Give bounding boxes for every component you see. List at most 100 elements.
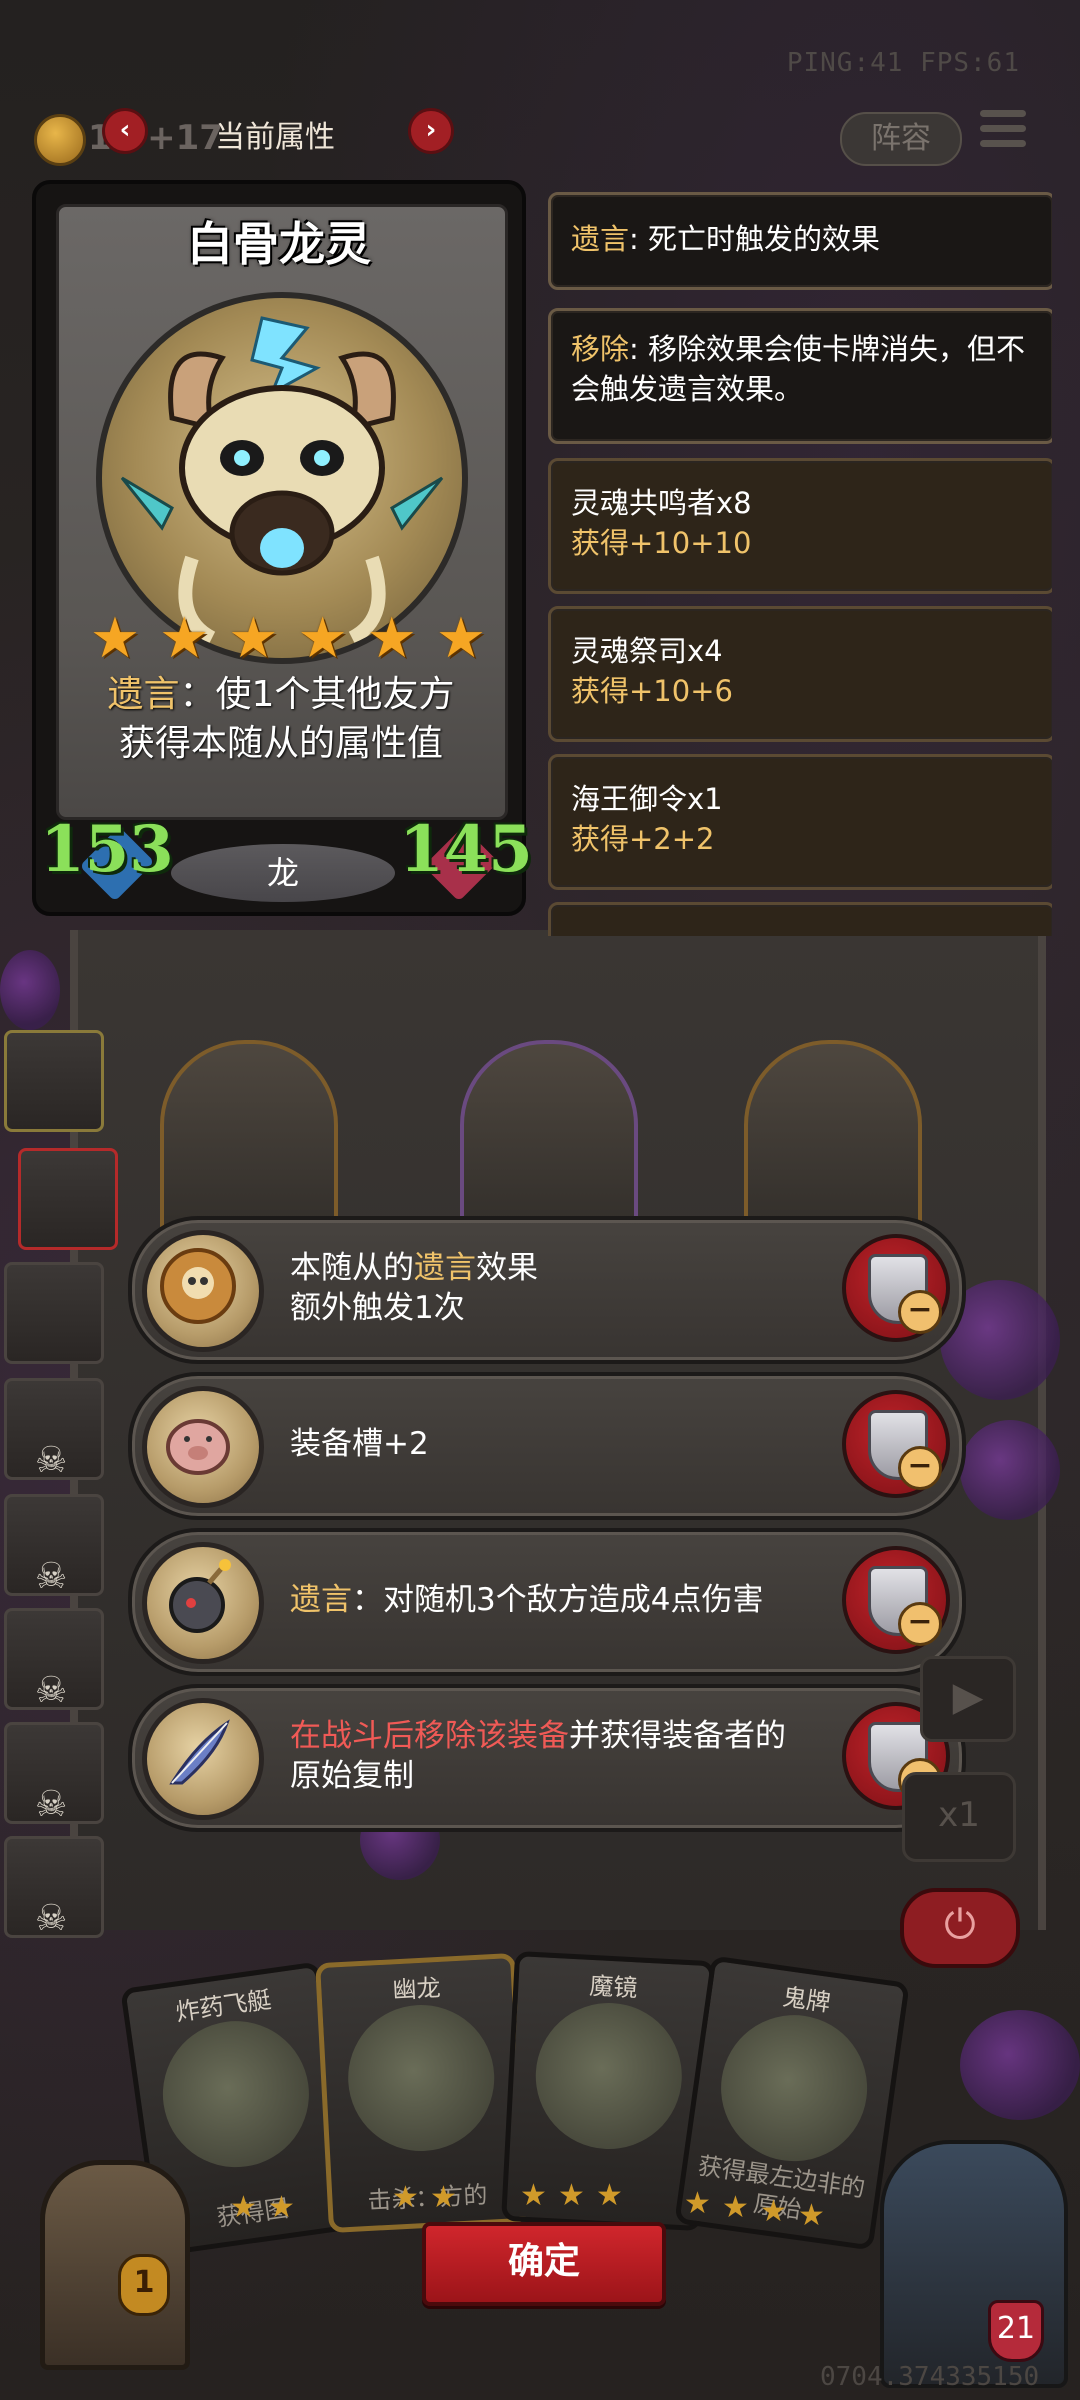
minus-icon: − <box>898 1290 942 1334</box>
attack-value: 153 <box>40 812 174 887</box>
star-icon: ★ <box>596 2178 623 2213</box>
star-icon: ★ <box>159 606 210 671</box>
equip-text-line2: 额外触发1次 <box>290 1290 465 1326</box>
skull-icon: ☠ <box>35 1440 68 1481</box>
equip-text: ：对随机3个敌方造成4点伤害 <box>352 1582 764 1618</box>
remove-equipment-button[interactable]: − <box>842 1234 950 1342</box>
star-rating: ★ ★ ★ ★ ★ ★ <box>88 606 488 671</box>
star-icon: ★ <box>268 2190 295 2225</box>
unit-card: 白骨龙灵 ★ ★ ★ ★ ★ ★ 遗言：使1个其他友方获得本随从的属性值 153 龙 14… <box>32 180 533 916</box>
lineup-slot[interactable] <box>4 1262 104 1364</box>
equipment-row: 装备槽+2 − <box>128 1372 966 1520</box>
prev-attribute-button[interactable]: ‹ <box>102 108 148 154</box>
lineup-slot[interactable]: ☠ <box>4 1836 104 1939</box>
rose-decoration <box>0 950 60 1030</box>
star-icon: ★ <box>760 2194 787 2229</box>
equip-text: 装备槽+2 <box>290 1426 429 1462</box>
play-icon[interactable]: ▶ <box>920 1656 1016 1742</box>
health-value: 145 <box>399 812 533 887</box>
rose-decoration <box>960 1420 1060 1520</box>
lineup-slot[interactable]: ☠ <box>4 1378 104 1481</box>
equip-text: 本随从的 <box>290 1250 414 1286</box>
hand-card-art <box>711 2005 877 2171</box>
star-icon: ★ <box>228 606 279 671</box>
minus-icon: − <box>898 1446 942 1490</box>
remove-equipment-button[interactable]: − <box>842 1390 950 1498</box>
power-button[interactable]: ⏻ <box>900 1888 1020 1968</box>
star-icon: ★ <box>392 2180 419 2215</box>
buff-panel: 海王御令x1 获得+2+2 <box>548 754 1052 890</box>
skull-icon: ☠ <box>35 1670 68 1711</box>
hand-card-art <box>344 2001 498 2155</box>
star-icon: ★ <box>230 2190 257 2225</box>
star-icon: ★ <box>430 2180 457 2215</box>
star-icon: ★ <box>798 2198 825 2233</box>
hand-card-title: 幽龙 <box>391 1973 442 2005</box>
star-icon: ★ <box>89 606 141 671</box>
equipment-row: 遗言：对随机3个敌方造成4点伤害 − <box>128 1528 966 1676</box>
hand-card-title: 魔镜 <box>588 1971 639 2003</box>
next-attribute-button[interactable]: › <box>408 108 454 154</box>
keyword-panel-remove: 移除: 移除效果会使卡牌消失，但不会触发遗言效果。 <box>548 308 1052 444</box>
lineup-button[interactable]: 阵容 <box>840 112 962 166</box>
star-icon: ★ <box>435 606 487 671</box>
buff-panel: 灵魂共鸣者x8 获得+10+10 <box>548 458 1052 594</box>
equip-text: 并获得装备者的 <box>569 1718 786 1754</box>
skull-icon: ☠ <box>35 1784 68 1825</box>
quill-icon <box>142 1698 264 1820</box>
buff-amount: 获得+10+6 <box>571 674 733 708</box>
buff-source: 灵魂祭司x4 <box>571 634 723 668</box>
info-panel-list[interactable]: 遗言: 死亡时触发的效果 移除: 移除效果会使卡牌消失，但不会触发遗言效果。 灵… <box>548 192 1052 936</box>
equip-text-line2: 原始复制 <box>290 1758 414 1794</box>
star-icon: ★ <box>684 2186 711 2221</box>
equipment-row: 在战斗后移除该装备并获得装备者的原始复制 − <box>128 1684 966 1832</box>
pig-icon <box>142 1386 264 1508</box>
keyword-desc: : 移除效果会使卡牌消失，但不会触发遗言效果。 <box>571 332 1026 406</box>
skull-icon: ☠ <box>35 1898 68 1939</box>
buff-amount: 获得+2+2 <box>571 822 715 856</box>
remove-equipment-button[interactable]: − <box>842 1546 950 1654</box>
equip-warning: 在战斗后移除该装备 <box>290 1718 569 1754</box>
deathrattle-keyword: 遗言 <box>107 674 180 715</box>
lineup-slot-selected[interactable] <box>18 1148 118 1250</box>
card-description: 遗言：使1个其他友方获得本随从的属性值 <box>96 670 466 768</box>
star-icon: ★ <box>366 606 417 671</box>
keyword-desc: : 死亡时触发的效果 <box>629 222 881 256</box>
lineup-slot[interactable] <box>4 1030 104 1132</box>
minus-icon: − <box>898 1602 942 1646</box>
equip-text: 效果 <box>476 1250 538 1286</box>
buff-amount: 获得+10+10 <box>571 526 752 560</box>
skull-coin-icon <box>142 1230 264 1352</box>
hand-card-art <box>153 2011 319 2177</box>
lineup-slot[interactable]: ☠ <box>4 1494 104 1597</box>
skull-icon: ☠ <box>35 1556 68 1597</box>
page-title: 当前属性 <box>215 120 335 155</box>
coin-icon <box>34 114 86 166</box>
lineup-slot[interactable]: ☠ <box>4 1722 104 1825</box>
hand-card[interactable]: 幽龙 击杀：方的 <box>315 1952 529 2234</box>
equip-keyword: 遗言 <box>290 1582 352 1618</box>
menu-icon[interactable] <box>980 110 1026 160</box>
buff-source: 海王御令x1 <box>571 782 723 816</box>
speed-toggle-button[interactable]: x1 <box>902 1772 1016 1862</box>
tribe-label: 龙 <box>171 844 395 902</box>
bomb-icon <box>142 1542 264 1664</box>
equipment-row: 本随从的遗言效果 额外触发1次 − <box>128 1216 966 1364</box>
keyword-panel-deathrattle: 遗言: 死亡时触发的效果 <box>548 192 1052 290</box>
hand-card-desc: 击杀：方的 <box>366 2180 489 2215</box>
star-icon: ★ <box>558 2178 585 2213</box>
star-icon: ★ <box>722 2190 749 2225</box>
session-id: 0704.374335150 <box>820 2362 1040 2392</box>
star-icon: ★ <box>297 606 348 671</box>
hand-card-art <box>532 1999 686 2153</box>
buff-panel <box>548 902 1052 936</box>
ping-fps-readout: PING:41 FPS:61 <box>786 48 1020 78</box>
buff-source: 灵魂共鸣者x8 <box>571 486 752 520</box>
card-name: 白骨龙灵 <box>187 217 371 271</box>
chest-count-badge: 1 <box>118 2254 170 2316</box>
star-icon: ★ <box>520 2178 547 2213</box>
confirm-button[interactable]: 确定 <box>422 2222 666 2306</box>
lineup-slot[interactable]: ☠ <box>4 1608 104 1711</box>
equip-keyword: 遗言 <box>414 1250 476 1286</box>
buff-panel: 灵魂祭司x4 获得+10+6 <box>548 606 1052 742</box>
